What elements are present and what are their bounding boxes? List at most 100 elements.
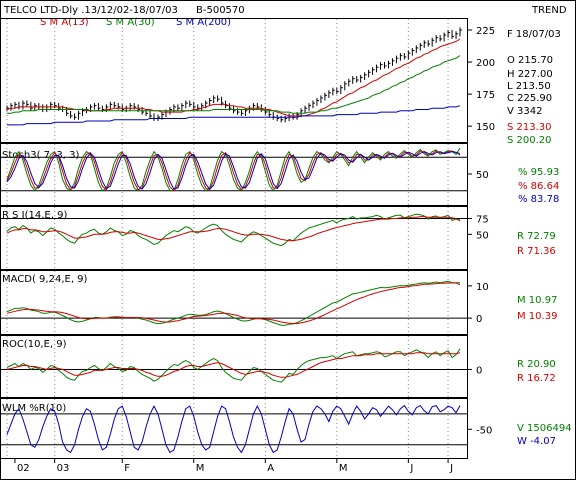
price-bar <box>185 100 188 109</box>
price-bar <box>10 103 13 111</box>
value-readout: V 1506494 <box>517 423 572 434</box>
price-bar <box>93 103 97 110</box>
price-bar <box>407 50 411 60</box>
y-tick-label: 0 <box>476 314 482 325</box>
price-bar <box>348 78 351 87</box>
price-bar <box>356 76 359 83</box>
y-tick-label: 75 <box>476 215 489 226</box>
price-bar <box>193 101 196 110</box>
price-bar <box>177 104 180 111</box>
y-tick-label: 10 <box>476 282 489 293</box>
price-bar <box>240 109 244 116</box>
price-bar <box>78 110 81 120</box>
price-bar <box>272 112 276 120</box>
price-bar <box>419 42 423 51</box>
x-tick-label: J <box>449 463 453 474</box>
price-bar <box>459 27 462 37</box>
price-bar <box>423 40 427 48</box>
price-bar <box>153 113 157 122</box>
price-bar <box>427 40 431 47</box>
value-readout: M 10.39 <box>517 311 557 322</box>
price-bar <box>209 97 212 106</box>
series-line-red <box>6 352 461 378</box>
panel-wlm-r: -50 WLM %R(10) V 1506494 W -4.07 <box>0 398 572 459</box>
price-bar <box>46 104 49 113</box>
price-bar <box>181 103 184 111</box>
price-bar <box>18 101 21 110</box>
price-bar <box>447 29 451 38</box>
panel-border <box>0 398 468 459</box>
price-info-block: F 18/07/03 O 215.70 H 227.00 L 213.50 C … <box>507 29 561 146</box>
price-bar <box>328 90 331 98</box>
panel-macd: 10 0 MACD( 9,24,E, 9) M 10.97 M 10.39 <box>0 270 557 335</box>
price-bar <box>70 110 73 119</box>
series-line-green <box>6 280 460 326</box>
price-bar <box>364 72 367 80</box>
price-bar <box>336 87 339 95</box>
price-bar <box>97 103 101 111</box>
price-bar <box>411 47 415 56</box>
price-bar <box>201 103 204 111</box>
stock-code: B-500570 <box>196 5 245 16</box>
price-bar <box>443 32 447 42</box>
price-bar <box>312 100 315 109</box>
price-bar <box>439 35 443 42</box>
price-bar <box>380 62 383 70</box>
price-bar <box>6 105 9 111</box>
x-tick-label: M <box>339 463 348 474</box>
info-close: C 225.90 <box>507 93 552 104</box>
price-bar <box>74 113 77 120</box>
price-bar <box>22 100 25 110</box>
panel-label: WLM %R(10) <box>2 403 66 414</box>
price-bar <box>399 53 403 61</box>
x-axis: 02 03 F M A M J J <box>14 458 453 474</box>
series-line-blue <box>6 404 461 454</box>
info-sma13: S 213.30 <box>507 122 552 133</box>
price-bar <box>368 69 371 78</box>
value-readout: % 83.78 <box>518 194 559 205</box>
value-readout: % 95.93 <box>518 167 559 178</box>
price-bar <box>451 29 455 39</box>
price-bar <box>455 31 459 39</box>
panel-price: 225 200 175 150 <box>0 18 495 143</box>
y-tick-label: 200 <box>476 58 495 69</box>
price-bar <box>189 100 192 107</box>
price-bar <box>403 53 407 60</box>
price-bar <box>213 95 216 104</box>
panel-border <box>0 18 468 143</box>
price-bar <box>360 74 363 83</box>
price-bar <box>344 81 347 91</box>
info-high: H 227.00 <box>507 69 553 80</box>
panel-label: MACD( 9,24,E, 9) <box>2 274 88 285</box>
y-tick-label: 0 <box>476 365 482 376</box>
price-bar <box>26 100 29 107</box>
info-sma30: S 200.20 <box>507 135 552 146</box>
panel-roc: 0 ROC(10,E, 9) R 20.90 R 16.72 <box>0 335 556 398</box>
price-bar <box>395 55 399 64</box>
price-bar <box>308 103 311 111</box>
value-readout: R 72.79 <box>517 231 556 242</box>
price-bar <box>387 60 391 69</box>
value-readout: R 20.90 <box>517 359 556 370</box>
price-bar <box>217 95 220 102</box>
y-tick-label: 50 <box>476 230 489 241</box>
price-bar <box>431 37 435 47</box>
panel-rsi: 75 50 R S I(14,E, 9) R 72.79 R 71.36 <box>0 206 556 270</box>
y-tick-label: 225 <box>476 26 495 37</box>
price-bar <box>50 101 53 110</box>
technical-chart: TELCO LTD-Dly .13/12/02-18/07/03 B-50057… <box>0 0 576 480</box>
price-bar <box>304 105 308 114</box>
x-tick-label: M <box>196 463 205 474</box>
panel-border <box>0 206 468 270</box>
y-tick-label: 150 <box>476 122 495 133</box>
value-readout: R 16.72 <box>517 373 556 384</box>
price-bar <box>376 64 379 73</box>
price-bar <box>391 58 395 66</box>
series-line-red <box>6 216 461 242</box>
price-bar <box>352 76 355 84</box>
price-bar <box>324 92 327 101</box>
price-bar <box>157 114 160 122</box>
price-bar <box>332 87 335 96</box>
price-bar <box>109 101 113 110</box>
price-bar <box>149 110 153 119</box>
